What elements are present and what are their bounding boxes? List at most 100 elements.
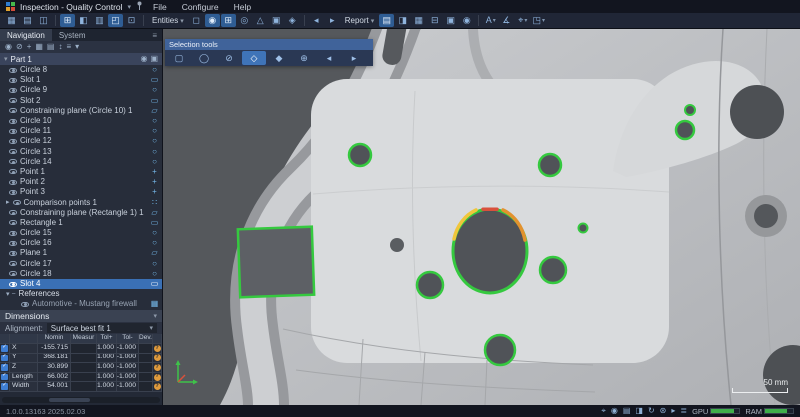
plane-entity-icon[interactable]: ◻ — [189, 14, 204, 27]
column-header[interactable]: Tol- — [117, 334, 139, 344]
hide-all-icon[interactable]: ⊘ — [16, 43, 23, 51]
next-entity-icon[interactable]: ▸ — [325, 14, 340, 27]
visibility-eye-icon[interactable] — [9, 271, 17, 276]
measured-circle[interactable] — [417, 272, 443, 298]
grommet-hole[interactable] — [754, 204, 778, 228]
plain-hole[interactable] — [390, 238, 404, 252]
report-split-icon[interactable]: ◨ — [395, 14, 410, 27]
tree-item[interactable]: Circle 11 ○ — [0, 126, 162, 136]
row-checkbox[interactable] — [0, 382, 10, 392]
menu-item[interactable]: File — [148, 2, 172, 12]
column-header[interactable]: Tol+ — [97, 334, 117, 344]
part-visibility-icon[interactable]: ◉ — [140, 55, 147, 63]
tree-root-part[interactable]: ▾ Part 1 ◉ ▣ — [0, 53, 162, 65]
visibility-eye-icon[interactable] — [9, 241, 17, 246]
row-checkbox[interactable] — [0, 344, 10, 354]
tree-item[interactable]: Circle 12 ○ — [0, 136, 162, 146]
dimension-row[interactable]: X -155.715 1.000 -1.000 ? — [0, 344, 162, 354]
visibility-eye-icon[interactable] — [9, 78, 17, 83]
circle-selection-icon[interactable]: ◯ — [192, 51, 216, 65]
visibility-eye-icon[interactable] — [9, 129, 17, 134]
visibility-eye-icon[interactable] — [13, 200, 21, 205]
center-point-icon[interactable]: ⊡ — [124, 14, 139, 27]
dimensions-panel-header[interactable]: Dimensions ▾ — [0, 310, 162, 322]
expand-all-icon[interactable]: ▾ — [75, 43, 79, 51]
visibility-eye-icon[interactable] — [9, 108, 17, 113]
visibility-eye-icon[interactable] — [9, 98, 17, 103]
report-grid-icon[interactable]: ▦ — [411, 14, 426, 27]
visibility-eye-icon[interactable] — [9, 261, 17, 266]
tree-item[interactable]: Circle 8 ○ — [0, 65, 162, 75]
tree-item[interactable]: Slot 4 ▭ — [0, 279, 162, 289]
visibility-eye-icon[interactable] — [9, 210, 17, 215]
pin-icon[interactable] — [136, 1, 143, 12]
corner-view-icon[interactable]: ◰ — [108, 14, 123, 27]
next-tool-icon[interactable]: ▸ — [342, 51, 366, 65]
large-hole-top-right[interactable] — [730, 85, 784, 139]
tree-item[interactable]: Plane 1 ▱ — [0, 248, 162, 258]
warning-icon[interactable]: ? — [154, 354, 161, 361]
menu-item[interactable]: Help — [229, 2, 256, 12]
panel-menu-icon[interactable]: ≡ — [147, 29, 162, 41]
measured-circle[interactable] — [349, 144, 371, 166]
dimension-row[interactable]: Z 30.899 1.000 -1.000 ? — [0, 363, 162, 373]
tree-item[interactable]: Point 3 + — [0, 187, 162, 197]
tree-item[interactable]: Circle 17 ○ — [0, 259, 162, 269]
chevron-down-icon[interactable]: ▾ — [4, 55, 8, 63]
report-group-label[interactable]: Report ▾ — [341, 16, 379, 25]
visibility-eye-icon[interactable] — [9, 149, 17, 154]
entities-group-label[interactable]: Entities ▾ — [148, 16, 188, 25]
filter-icon[interactable]: ≡ — [66, 43, 71, 51]
half-view-icon[interactable]: ◧ — [76, 14, 91, 27]
tree-item[interactable]: Circle 14 ○ — [0, 157, 162, 167]
target-probe-icon[interactable]: ⌖▾ — [515, 14, 530, 27]
play-icon[interactable]: ▸ — [671, 407, 675, 415]
bounding-box-icon[interactable]: ◳▾ — [531, 14, 546, 27]
visibility-eye-icon[interactable] — [9, 180, 17, 185]
polygon-selection-icon[interactable]: ◆ — [267, 51, 291, 65]
add-object-icon[interactable]: ⊞ — [60, 14, 75, 27]
dimension-row[interactable]: Y 368.181 1.000 -1.000 ? — [0, 354, 162, 364]
rectangle-selection-icon[interactable]: ▢ — [167, 51, 191, 65]
previous-entity-icon[interactable]: ◂ — [309, 14, 324, 27]
list-mode-icon[interactable]: ▤ — [47, 43, 55, 51]
tree-item[interactable]: Slot 1 ▭ — [0, 75, 162, 85]
visibility-eye-icon[interactable] — [9, 139, 17, 144]
tree-item[interactable]: Automotive - Mustang firewall ▦ — [0, 299, 162, 309]
warning-icon[interactable]: ? — [154, 345, 161, 352]
tree-item[interactable]: Circle 16 ○ — [0, 238, 162, 248]
visibility-eye-icon[interactable] — [9, 220, 17, 225]
exclude-selection-icon[interactable]: ⊘ — [217, 51, 241, 65]
split-view-icon[interactable]: ◫ — [36, 14, 51, 27]
visibility-eye-icon[interactable] — [9, 159, 17, 164]
visibility-eye-icon[interactable] — [9, 169, 17, 174]
visibility-eye-icon[interactable] — [9, 68, 17, 73]
dimension-row[interactable]: Width 54.001 1.000 -1.000 ? — [0, 382, 162, 392]
grid-entity-icon[interactable]: ⊞ — [221, 14, 236, 27]
log-icon[interactable]: ▤ — [623, 407, 631, 415]
record-icon[interactable]: ◉ — [611, 407, 618, 415]
chevron-down-icon[interactable]: ▾ — [153, 312, 157, 320]
tree-expand-icon[interactable]: ▸ — [6, 199, 10, 206]
chevron-down-icon[interactable]: ▾ — [128, 3, 132, 11]
annotation-icon[interactable]: A▾ — [483, 14, 498, 27]
report-table-icon[interactable]: ▤ — [379, 14, 394, 27]
measured-circle[interactable] — [579, 224, 588, 233]
circle-entity-icon[interactable]: ◉ — [205, 14, 220, 27]
workspace-grid-icon[interactable]: ▦ — [4, 14, 19, 27]
menu-item[interactable]: Configure — [177, 2, 224, 12]
freeform-selection-icon[interactable]: ◇ — [242, 51, 266, 65]
tree-item[interactable]: Circle 10 ○ — [0, 116, 162, 126]
tree-item[interactable]: Circle 18 ○ — [0, 269, 162, 279]
column-header[interactable]: Nomin — [38, 334, 71, 344]
measured-circle[interactable] — [676, 121, 694, 139]
snap-icon[interactable]: ⌖ — [601, 407, 606, 415]
tree-item[interactable]: Slot 2 ▭ — [0, 96, 162, 106]
refresh-icon[interactable]: ↻ — [648, 407, 655, 415]
selection-tools-title[interactable]: Selection tools — [165, 39, 373, 50]
columns-view-icon[interactable]: ▥ — [92, 14, 107, 27]
measured-circle[interactable] — [540, 257, 566, 283]
tree-item[interactable]: ▸ Comparison points 1 ∷ — [0, 197, 162, 207]
tree-item[interactable]: Point 2 + — [0, 177, 162, 187]
polygon-entity-icon[interactable]: ◈ — [285, 14, 300, 27]
